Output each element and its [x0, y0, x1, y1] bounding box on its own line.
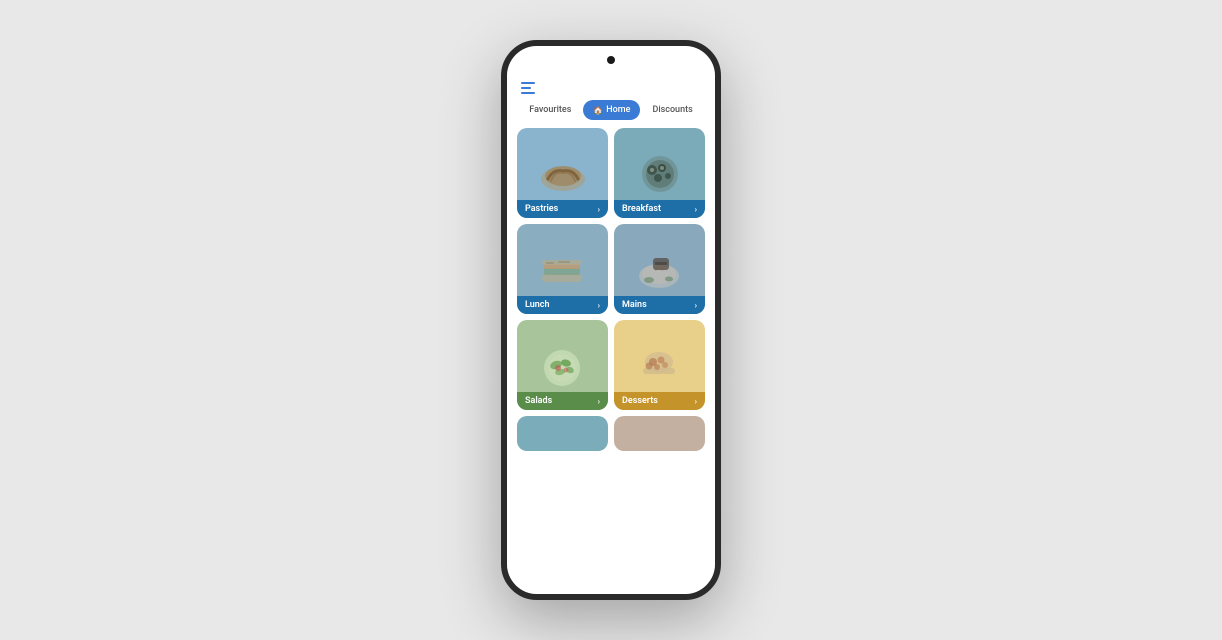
category-card-pastries[interactable]: Pastries ›	[517, 128, 608, 218]
tab-home-label: Home	[606, 105, 630, 115]
desserts-label: Desserts ›	[614, 392, 705, 410]
breakfast-chevron: ›	[695, 205, 697, 214]
home-icon: 🏠	[593, 106, 603, 115]
pastries-label-text: Pastries	[525, 204, 558, 214]
desserts-chevron: ›	[695, 397, 697, 406]
category-card-lunch[interactable]: Lunch ›	[517, 224, 608, 314]
tab-favourites[interactable]: Favourites	[519, 100, 581, 120]
sandwich-svg	[530, 244, 595, 294]
category-grid: Pastries ›	[507, 128, 715, 410]
salads-illustration	[517, 333, 608, 398]
menu-icon-line-1	[521, 82, 535, 84]
mains-illustration	[614, 237, 705, 302]
partial-row	[507, 416, 715, 451]
salads-label: Salads ›	[517, 392, 608, 410]
pastries-chevron: ›	[598, 205, 600, 214]
breakfast-illustration	[614, 141, 705, 206]
menu-icon[interactable]	[521, 82, 535, 94]
mains-label-text: Mains	[622, 300, 647, 310]
desserts-illustration	[614, 333, 705, 398]
breakfast-svg	[630, 148, 690, 198]
lunch-chevron: ›	[598, 301, 600, 310]
mains-svg	[627, 244, 692, 294]
category-card-desserts[interactable]: Desserts ›	[614, 320, 705, 410]
partial-left-bg	[517, 416, 608, 451]
category-card-breakfast[interactable]: Breakfast ›	[614, 128, 705, 218]
partial-card-left[interactable]	[517, 416, 608, 451]
lunch-illustration	[517, 237, 608, 302]
salads-chevron: ›	[598, 397, 600, 406]
mains-label: Mains ›	[614, 296, 705, 314]
menu-icon-line-3	[521, 92, 535, 94]
croissant-svg	[533, 151, 593, 196]
mains-chevron: ›	[695, 301, 697, 310]
top-bar	[507, 74, 715, 100]
partial-right-bg	[614, 416, 705, 451]
breakfast-label-text: Breakfast	[622, 204, 661, 214]
tab-discounts-label: Discounts	[652, 105, 692, 115]
lunch-label-text: Lunch	[525, 300, 550, 310]
salads-label-text: Salads	[525, 396, 552, 406]
salad-svg	[530, 340, 595, 390]
tab-favourites-label: Favourites	[529, 105, 571, 115]
phone-screen: Favourites 🏠 Home Discounts	[507, 74, 715, 594]
tab-discounts[interactable]: Discounts	[642, 100, 702, 120]
nav-tabs: Favourites 🏠 Home Discounts	[507, 100, 715, 128]
pastries-illustration	[517, 141, 608, 206]
phone-notch-bar	[507, 46, 715, 74]
category-card-mains[interactable]: Mains ›	[614, 224, 705, 314]
phone-frame: Favourites 🏠 Home Discounts	[501, 40, 721, 600]
partial-card-right[interactable]	[614, 416, 705, 451]
menu-icon-line-2	[521, 87, 531, 89]
dessert-svg	[627, 340, 692, 390]
category-card-salads[interactable]: Salads ›	[517, 320, 608, 410]
phone-camera	[607, 56, 615, 64]
desserts-label-text: Desserts	[622, 396, 658, 406]
pastries-label: Pastries ›	[517, 200, 608, 218]
lunch-label: Lunch ›	[517, 296, 608, 314]
breakfast-label: Breakfast ›	[614, 200, 705, 218]
tab-home[interactable]: 🏠 Home	[583, 100, 640, 120]
